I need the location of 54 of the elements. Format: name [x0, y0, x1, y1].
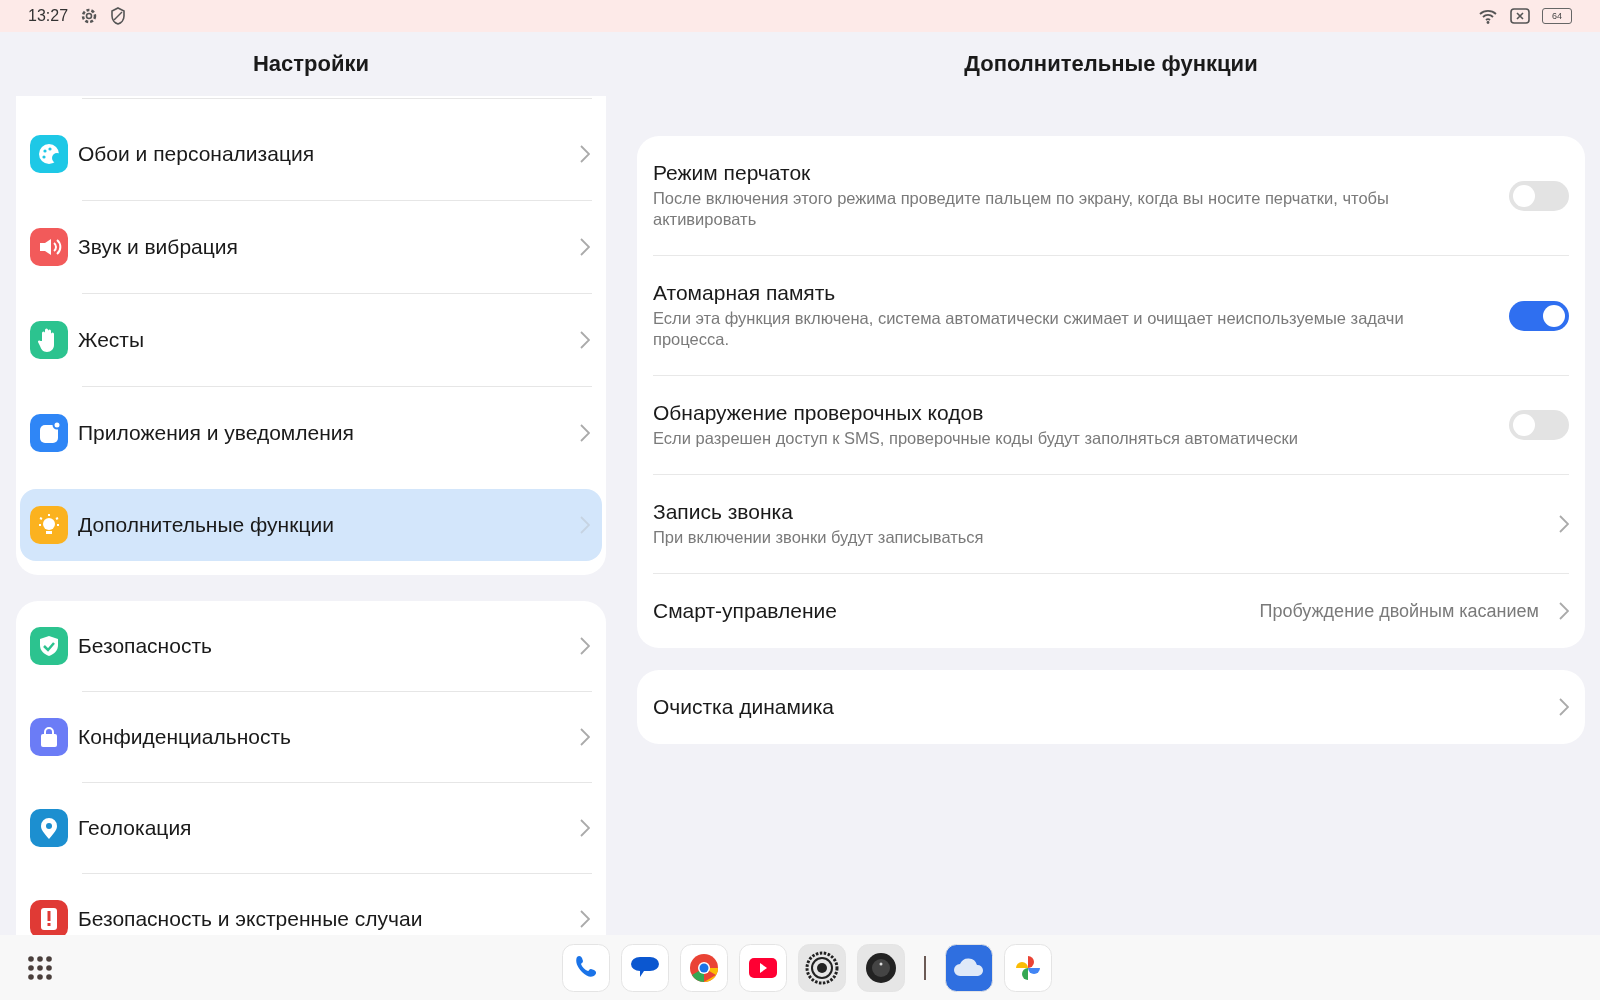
wifi-icon	[1478, 8, 1498, 24]
gear-icon[interactable]	[798, 944, 846, 992]
chevron-right-icon	[580, 637, 590, 655]
toggle-switch[interactable]	[1509, 180, 1569, 211]
chevron-right-icon	[580, 331, 590, 349]
sim-error-icon	[1510, 8, 1530, 24]
setting-description: Если разрешен доступ к SMS, проверочные коды будут заполняться автоматически	[653, 428, 1300, 449]
settings-item[interactable]: Обои и персонализация	[20, 108, 602, 200]
setting-title: Атомарная память	[653, 281, 837, 305]
battery-icon: 64	[1542, 8, 1572, 24]
chevron-right-icon	[580, 145, 590, 163]
toggle-switch[interactable]	[1509, 300, 1569, 331]
settings-item[interactable]: Геолокация	[20, 783, 602, 873]
status-time: 13:27	[28, 7, 69, 25]
chevron-right-icon	[1559, 515, 1569, 533]
browser-icon[interactable]	[680, 944, 728, 992]
settings-item[interactable]: Конфиденциальность	[20, 692, 602, 782]
settings-link-row[interactable]: Смарт-управление Пробуждение двойным касанием	[653, 574, 1569, 648]
camera-lens-icon[interactable]	[857, 944, 905, 992]
settings-item[interactable]: Звук и вибрация	[20, 201, 602, 293]
settings-item[interactable]: Приложения и уведомления	[20, 387, 602, 479]
pinwheel-icon[interactable]	[1004, 944, 1052, 992]
settings-item[interactable]: Дополнительные функции	[20, 489, 602, 561]
sidebar-title: Настройки	[251, 50, 371, 78]
setting-value: Пробуждение двойным касанием	[1259, 600, 1539, 622]
toggle-switch[interactable]	[1509, 410, 1569, 440]
setting-description: Если эта функция включена, система автоматически сжимает и очищает неиспользуемые задачи процесса.	[653, 308, 1405, 350]
video-play-icon[interactable]	[739, 944, 787, 992]
setting-description: При включении звонки будут записываться	[653, 527, 985, 548]
chevron-right-icon	[1559, 698, 1569, 716]
chevron-right-icon	[580, 910, 590, 928]
chevron-right-icon	[580, 819, 590, 837]
setting-title: Запись звонка	[653, 500, 794, 524]
chevron-right-icon	[580, 238, 590, 256]
settings-link-row[interactable]: Очистка динамика	[653, 670, 1569, 744]
page-title: Дополнительные функции	[963, 50, 1259, 78]
settings-item[interactable]: Жесты	[20, 294, 602, 386]
chevron-right-icon	[580, 728, 590, 746]
setting-title: Очистка динамика	[653, 695, 836, 719]
setting-title: Обнаружение проверочных кодов	[653, 401, 985, 425]
app-grid-icon[interactable]	[28, 955, 52, 980]
chevron-right-icon	[580, 424, 590, 442]
chat-bubble-icon[interactable]	[621, 944, 669, 992]
settings-link-row[interactable]: Запись звонка При включении звонки будут записываться	[653, 475, 1569, 574]
settings-item[interactable]: Безопасность	[20, 601, 602, 691]
chevron-right-icon	[1559, 602, 1569, 620]
phone-icon[interactable]	[562, 944, 610, 992]
setting-title: Режим перчаток	[653, 161, 812, 185]
shield-icon	[110, 7, 127, 25]
chevron-right-icon	[580, 516, 590, 534]
setting-description: После включения этого режима проведите пальцем по экрану, когда вы носите перчатки, чтобы активировать	[653, 188, 1390, 230]
gear-icon	[80, 7, 99, 25]
setting-title: Смарт-управление	[653, 599, 838, 623]
cloud-icon[interactable]	[945, 944, 993, 992]
